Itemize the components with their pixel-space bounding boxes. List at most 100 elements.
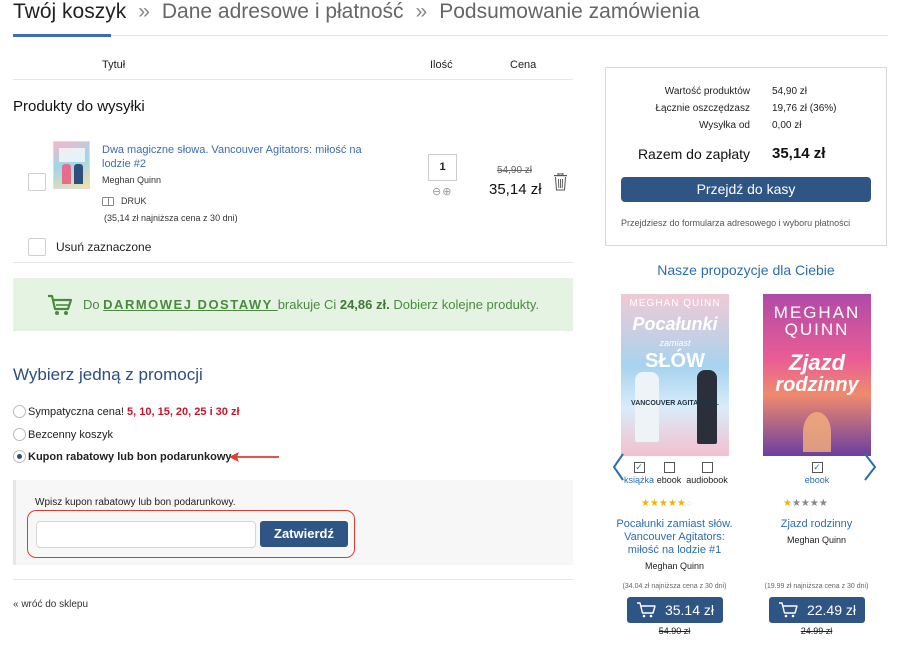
shopping-cart-icon [47, 294, 73, 315]
back-to-shop-link[interactable]: « wróć do sklepu [13, 599, 88, 610]
rating-stars: ★★★★★☆ [641, 498, 693, 509]
quantity-input[interactable]: 1 [428, 154, 457, 181]
step-summary[interactable]: Podsumowanie zamówienia [439, 0, 699, 24]
promo-option-label[interactable]: Kupon rabatowy lub bon podarunkowy [28, 451, 232, 463]
radio-button[interactable] [13, 405, 26, 418]
coupon-submit-button[interactable]: Zatwierdź [260, 521, 348, 547]
recommendation-author: Meghan Quinn [644, 561, 705, 571]
product-format: DRUK [102, 196, 147, 206]
cover-title-2: zamiast [659, 338, 691, 348]
product-format-label: DRUK [121, 196, 147, 206]
step-separator: » [415, 0, 428, 23]
format-option-ebook[interactable]: ✓ ebook [801, 462, 833, 485]
recommendation-cover-image[interactable]: MEGHAN QUINN Pocałunki zamiast SŁÓW VANC… [621, 294, 729, 456]
checkout-steps: Twój koszyk » Dane adresowe i płatność » Pod… [13, 0, 700, 30]
promo-option-label[interactable]: Bezcenny koszyk [28, 429, 113, 441]
checkout-button[interactable]: Przejdź do kasy [621, 177, 871, 202]
shipping-value: 0,00 zł [772, 120, 802, 131]
step-address-payment[interactable]: Dane adresowe i płatność [162, 0, 404, 24]
cover-subtitle: VANCOUVER AGITATORS. [631, 400, 719, 407]
format-label[interactable]: audiobook [686, 475, 728, 485]
coupon-label: Wpisz kupon rabatowy lub bon podarunkowy… [35, 497, 236, 508]
format-option-book[interactable]: ✓ książka [624, 462, 654, 485]
add-to-cart-button[interactable]: 22.49 zł [769, 597, 865, 623]
recommendation-title-link[interactable]: Pocałunki zamiast słów. Vancouver Agitat… [611, 518, 738, 557]
products-value: 54,90 zł [772, 86, 808, 97]
annotation-arrow-icon [229, 452, 279, 462]
add-to-cart-button[interactable]: 35.14 zł [627, 597, 723, 623]
step-separator: » [138, 0, 150, 23]
quantity-stepper[interactable]: ⊖⊕ [432, 185, 452, 198]
trash-icon[interactable] [553, 173, 568, 191]
recommendation-old-price: 54.90 zł [658, 626, 691, 636]
savings-value: 19,76 zł (36%) [772, 103, 837, 114]
product-title-link[interactable]: Dwa magiczne słowa. Vancouver Agitators:… [102, 143, 387, 171]
recommendation-author: Meghan Quinn [786, 535, 847, 545]
free-delivery-suffix: Dobierz kolejne produkty. [389, 297, 540, 312]
format-label[interactable]: książka [624, 475, 654, 485]
radio-button-selected[interactable] [13, 450, 26, 463]
free-delivery-amount: 24,86 zł. [339, 297, 390, 312]
radio-button[interactable] [13, 428, 26, 441]
add-to-cart-price[interactable]: 35.14 zł [665, 602, 714, 618]
free-delivery-banner: Do DARMOWEJ DOSTAWY brakuje Ci 24,86 zł.… [13, 278, 573, 331]
checkbox-checked[interactable]: ✓ [633, 462, 645, 473]
total-value: 35,14 zł [772, 145, 826, 162]
cover-author: MEGHAN QUINN [629, 298, 721, 309]
products-section-title: Produkty do wysyłki [13, 98, 145, 115]
format-label[interactable]: ebook [805, 475, 830, 485]
checkbox[interactable] [663, 462, 675, 473]
recommendations-heading: Nasze propozycje dla Ciebie [657, 262, 835, 278]
promo-option-highlight: 5, 10, 15, 20, 25 i 30 zł [127, 405, 240, 418]
coupon-input[interactable] [36, 521, 256, 548]
recommendation-lowest-price: (19.99 zł najniższa cena z 30 dni) [764, 583, 869, 590]
shipping-label: Wysyłka od [698, 120, 750, 131]
format-label[interactable]: ebook [657, 475, 682, 485]
promo-option-label[interactable]: Sympatyczna cena! [28, 406, 124, 418]
promo-option-nice-price[interactable]: Sympatyczna cena! 5, 10, 15, 20, 25 i 30… [13, 405, 240, 418]
format-option-audiobook[interactable]: audiobook [685, 462, 729, 485]
remove-selected-label[interactable]: Usuń zaznaczone [56, 240, 151, 254]
active-step-indicator [13, 34, 111, 37]
format-option-ebook[interactable]: ebook [654, 462, 684, 485]
checkout-note: Przejdziesz do formularza adresowego i w… [621, 218, 851, 228]
product-author: Meghan Quinn [102, 175, 162, 185]
promo-option-coupon[interactable]: Kupon rabatowy lub bon podarunkowy [13, 450, 232, 463]
cart-icon [636, 602, 656, 618]
recommendation-title-link[interactable]: Zjazd rodzinny [753, 518, 880, 531]
checkbox-checked[interactable]: ✓ [811, 462, 823, 473]
recommendation-cover-image[interactable]: MEGHAN QUINN Zjazd rodzinny [763, 294, 871, 456]
cover-title-2: rodzinny [775, 374, 859, 396]
column-title: Tytuł [102, 59, 126, 71]
rating-stars: ★★★★★ [783, 498, 828, 509]
free-delivery-prefix: Do [82, 297, 104, 312]
products-divider [13, 262, 573, 263]
carousel-next-icon[interactable] [862, 452, 878, 482]
carousel-prev-icon[interactable] [611, 452, 625, 482]
product-lowest-price-note: (35,14 zł najniższa cena z 30 dni) [104, 213, 238, 223]
products-value-label: Wartość produktów [664, 86, 750, 97]
column-quantity: Ilość [430, 59, 453, 71]
free-delivery-link[interactable]: DARMOWEJ DOSTAWY [103, 297, 278, 312]
cart-icon [778, 602, 798, 618]
cover-title-3: SŁÓW [645, 350, 705, 372]
product-checkbox[interactable] [28, 173, 46, 191]
product-old-price: 54,90 zł [497, 165, 533, 176]
recommendation-old-price: 24.99 zł [800, 626, 833, 636]
product-price: 35,14 zł [489, 181, 542, 198]
total-label: Razem do zapłaty [637, 146, 750, 162]
free-delivery-middle: brakuje Ci [277, 297, 340, 312]
step-cart[interactable]: Twój koszyk [13, 0, 126, 24]
column-price: Cena [510, 59, 537, 71]
product-cover-image[interactable] [53, 141, 90, 189]
promo-option-priceless-cart[interactable]: Bezcenny koszyk [13, 428, 113, 441]
add-to-cart-price[interactable]: 22.49 zł [807, 602, 856, 618]
cover-author: MEGHAN QUINN [773, 303, 861, 339]
book-icon [102, 196, 114, 206]
remove-selected-checkbox[interactable] [28, 238, 46, 256]
checkbox[interactable] [701, 462, 713, 473]
header-divider [13, 79, 573, 80]
recommendation-lowest-price: (34.04 zł najniższa cena z 30 dni) [622, 583, 727, 590]
cover-title: Pocałunki [632, 314, 718, 334]
promotions-heading: Wybierz jedną z promocji [13, 365, 203, 384]
